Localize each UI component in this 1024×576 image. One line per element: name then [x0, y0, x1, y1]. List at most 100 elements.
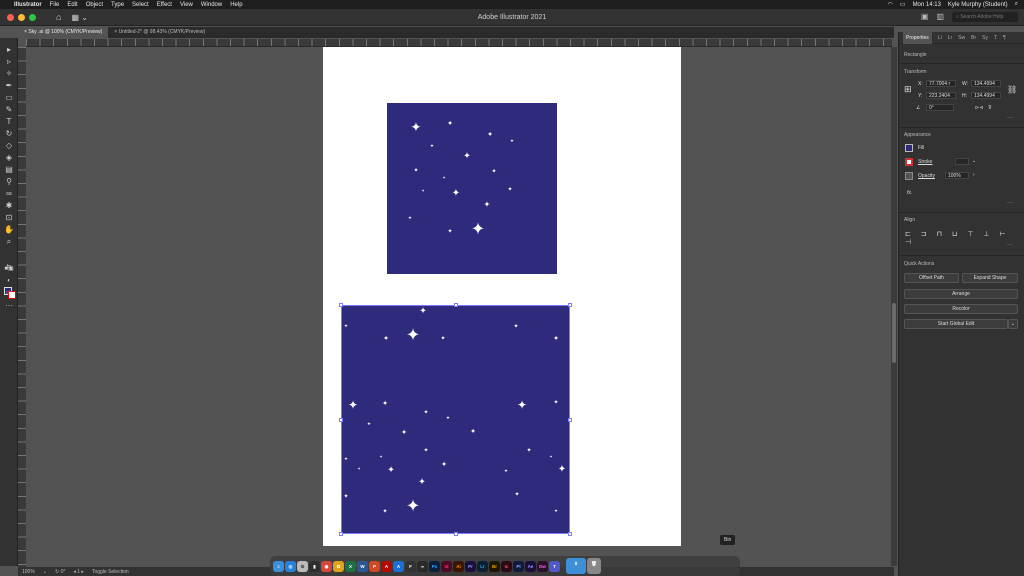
- stroke-weight-field[interactable]: [955, 158, 969, 165]
- battery-icon[interactable]: ▭: [900, 1, 906, 8]
- word-icon[interactable]: W: [357, 560, 368, 572]
- w-field[interactable]: 134.4994: [971, 80, 1001, 87]
- arrange-button[interactable]: Arrange: [904, 289, 1018, 299]
- flip-vertical-icon[interactable]: ⊽: [988, 105, 992, 111]
- downloads-folder-icon[interactable]: ⬇: [566, 558, 586, 574]
- stroke-label[interactable]: Stroke: [918, 159, 932, 165]
- tab-sky[interactable]: × Sky .ai @ 100% (CMYK/Preview): [18, 27, 109, 38]
- blend-tool-icon[interactable]: ∞: [3, 188, 15, 199]
- eraser-tool-icon[interactable]: ◇: [3, 140, 15, 151]
- selection-handle-bottom[interactable]: [454, 532, 458, 536]
- dock-app-dw[interactable]: Dw: [537, 560, 548, 572]
- tab-symbols-icon[interactable]: Sy: [982, 35, 988, 41]
- paintbrush-tool-icon[interactable]: ✎: [3, 104, 15, 115]
- dock-app-br[interactable]: Br: [489, 560, 500, 572]
- tab-untitled-2[interactable]: × Untitled-2* @ 98.43% (CMYK/Preview): [108, 27, 211, 38]
- opacity-field[interactable]: 100%: [945, 172, 969, 179]
- selection-handle-left[interactable]: [339, 418, 343, 422]
- help-search-input[interactable]: ⌕ Search Adobe Help: [952, 12, 1018, 22]
- fx-button[interactable]: fx.: [907, 190, 912, 196]
- dock-app-ai[interactable]: Ai: [453, 560, 464, 572]
- h-field[interactable]: 134.4994: [971, 92, 1001, 99]
- zoom-level-field[interactable]: 100%: [22, 569, 35, 575]
- clock[interactable]: Mon 14:13: [913, 2, 941, 8]
- terminal-icon[interactable]: ▮: [309, 560, 320, 572]
- selection-tool-icon[interactable]: ▸: [3, 44, 15, 55]
- shape-builder-tool-icon[interactable]: ◈: [3, 152, 15, 163]
- dock-app-pl[interactable]: Pl: [513, 560, 524, 572]
- safari-icon[interactable]: ◎: [285, 560, 296, 572]
- system-preferences-icon[interactable]: ⚙: [297, 560, 308, 572]
- menu-window[interactable]: Window: [201, 2, 222, 8]
- tab-paragraph-icon[interactable]: ¶: [1003, 35, 1006, 41]
- opacity-label[interactable]: Opacity: [918, 173, 935, 179]
- menu-object[interactable]: Object: [86, 2, 103, 8]
- zoom-window-button[interactable]: [29, 13, 36, 21]
- canvas-vertical-scrollbar[interactable]: [891, 47, 897, 566]
- excel-icon[interactable]: X: [345, 560, 356, 572]
- menu-select[interactable]: Select: [132, 2, 149, 8]
- artboard-navigation[interactable]: ◂ 1 ▸: [73, 569, 84, 575]
- fill-swatch[interactable]: [905, 144, 913, 152]
- status-mode[interactable]: Toggle Selection: [92, 569, 129, 575]
- tab-properties[interactable]: Properties: [903, 31, 932, 44]
- chrome-icon[interactable]: ◉: [321, 560, 332, 572]
- hand-tool-icon[interactable]: ✋: [3, 224, 15, 235]
- symbol-sprayer-tool-icon[interactable]: ✱: [3, 200, 15, 211]
- arrange-documents-icon[interactable]: ▣: [921, 12, 929, 21]
- selection-handle-top[interactable]: [454, 303, 458, 307]
- global-edit-options-dropdown[interactable]: ⌄: [1008, 319, 1018, 329]
- tab-layers-icon[interactable]: Lr: [948, 35, 952, 41]
- edit-toolbar-icon[interactable]: ···: [3, 300, 15, 311]
- zoom-tool-icon[interactable]: ⌕: [3, 236, 15, 247]
- constrain-proportions-icon[interactable]: ⛓: [1007, 85, 1017, 94]
- menu-file[interactable]: File: [50, 2, 60, 8]
- bin-icon[interactable]: 🗑: [587, 558, 601, 574]
- dock-app-id[interactable]: Id: [441, 560, 452, 572]
- direct-selection-tool-icon[interactable]: ▹: [3, 56, 15, 67]
- start-global-edit-button[interactable]: Start Global Edit: [904, 319, 1008, 329]
- color-mode-icons[interactable]: ■▣: [3, 264, 15, 275]
- creative-cloud-icon[interactable]: ∞: [417, 560, 428, 572]
- powerpoint-icon[interactable]: P: [369, 560, 380, 572]
- zoom-dropdown-icon[interactable]: ⌄: [43, 569, 47, 575]
- expand-shape-button[interactable]: Expand Shape: [962, 273, 1018, 283]
- y-field[interactable]: 223.2404: [926, 92, 956, 99]
- artboard-tool-icon[interactable]: ⊡: [3, 212, 15, 223]
- selection-handle-top-right[interactable]: [568, 303, 572, 307]
- more-options-icon[interactable]: ···: [1007, 115, 1013, 121]
- close-window-button[interactable]: [7, 13, 14, 21]
- horizontal-ruler[interactable]: [26, 39, 892, 47]
- selection-handle-top-left[interactable]: [339, 303, 343, 307]
- pen-tool-icon[interactable]: ✒: [3, 80, 15, 91]
- spotlight-icon[interactable]: ⌕: [1015, 1, 1018, 8]
- tab-character-icon[interactable]: T: [994, 35, 997, 41]
- acrobat-icon[interactable]: A: [381, 560, 392, 572]
- more-options-icon[interactable]: ···: [1007, 200, 1013, 206]
- rotate-tool-icon[interactable]: ↻: [3, 128, 15, 139]
- workspace-icon[interactable]: ▥: [936, 12, 944, 21]
- menu-effect[interactable]: Effect: [157, 2, 172, 8]
- dock-app-ps[interactable]: Ps: [429, 560, 440, 572]
- home-icon[interactable]: ⌂: [56, 12, 61, 22]
- menu-app-name[interactable]: Illustrator: [14, 2, 42, 8]
- offset-path-button[interactable]: Offset Path: [904, 273, 959, 283]
- stroke-weight-dropdown-icon[interactable]: ⌄: [972, 158, 976, 164]
- more-options-icon[interactable]: ···: [1007, 242, 1013, 248]
- app-store-icon[interactable]: A: [393, 560, 404, 572]
- menu-edit[interactable]: Edit: [67, 2, 77, 8]
- gradient-tool-icon[interactable]: ▤: [3, 164, 15, 175]
- tab-swatches-icon[interactable]: Sw: [958, 35, 965, 41]
- font-book-icon[interactable]: F: [405, 560, 416, 572]
- dock-app-ic[interactable]: Ic: [501, 560, 512, 572]
- tab-libraries-icon[interactable]: Li: [938, 35, 942, 41]
- opacity-expand-icon[interactable]: ›: [973, 172, 975, 178]
- user-name[interactable]: Kyle Murphy (Student): [948, 2, 1008, 8]
- menu-type[interactable]: Type: [111, 2, 124, 8]
- x-field[interactable]: 77.7004 r: [926, 80, 956, 87]
- vertical-ruler[interactable]: [18, 47, 26, 567]
- draw-mode-icon[interactable]: ◐: [3, 276, 15, 287]
- finder-icon[interactable]: ☺: [273, 560, 284, 572]
- photos-icon[interactable]: ✿: [333, 560, 344, 572]
- scrollbar-thumb[interactable]: [892, 303, 896, 363]
